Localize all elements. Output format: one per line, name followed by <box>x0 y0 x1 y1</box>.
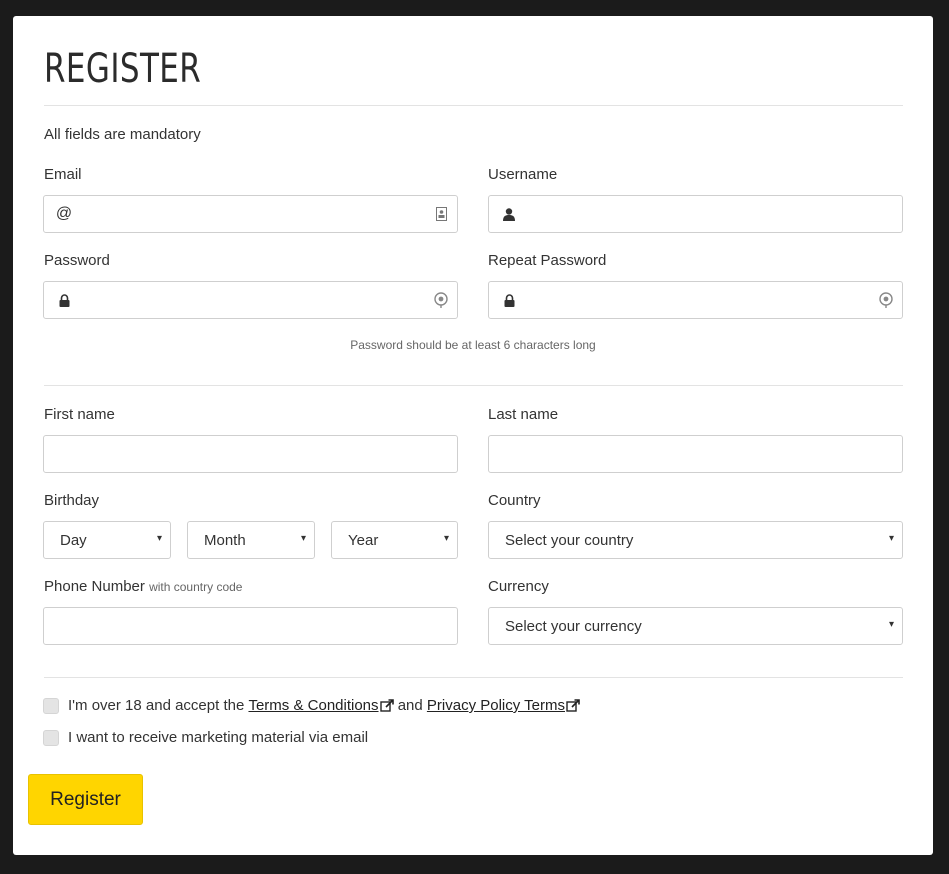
first-name-label: First name <box>44 406 115 423</box>
password-field[interactable] <box>43 281 458 319</box>
at-icon: @ <box>55 205 73 222</box>
terms-prefix: I'm over 18 and accept the <box>68 697 249 714</box>
birthday-month-select[interactable]: Month ▾ <box>187 521 315 559</box>
phone-sublabel: with country code <box>149 580 243 594</box>
external-link-icon[interactable] <box>566 698 580 713</box>
chevron-down-icon: ▾ <box>443 533 449 544</box>
show-password-icon[interactable] <box>434 292 448 308</box>
external-link-icon[interactable] <box>379 698 394 713</box>
country-select[interactable]: Select your country ▾ <box>488 521 903 559</box>
chevron-down-icon: ▾ <box>888 619 894 630</box>
marketing-row: I want to receive marketing material via… <box>43 729 368 746</box>
terms-middle: and <box>393 697 427 714</box>
currency-select[interactable]: Select your currency ▾ <box>488 607 903 645</box>
phone-field[interactable] <box>43 607 458 645</box>
username-label: Username <box>488 166 558 183</box>
email-field[interactable]: @ <box>43 195 458 233</box>
section-divider <box>44 385 903 386</box>
terms-checkbox[interactable] <box>43 697 59 714</box>
currency-value: Select your currency <box>505 618 642 635</box>
lock-icon <box>56 291 72 309</box>
birthday-year-select[interactable]: Year ▾ <box>331 521 458 559</box>
month-value: Month <box>204 532 246 549</box>
password-label: Password <box>44 252 110 269</box>
chevron-down-icon: ▾ <box>300 533 306 544</box>
user-icon <box>501 205 517 223</box>
contact-card-icon <box>434 206 448 222</box>
repeat-password-field[interactable] <box>488 281 903 319</box>
birthday-day-select[interactable]: Day ▾ <box>43 521 171 559</box>
chevron-down-icon: ▾ <box>156 533 162 544</box>
repeat-password-label: Repeat Password <box>488 252 607 269</box>
password-hint: Password should be at least 6 characters… <box>350 338 596 352</box>
terms-link[interactable]: Terms & Conditions <box>248 697 378 714</box>
marketing-checkbox[interactable] <box>43 729 59 746</box>
phone-label-text: Phone Number <box>44 578 145 595</box>
day-value: Day <box>60 532 87 549</box>
last-name-field[interactable] <box>488 435 903 473</box>
currency-label: Currency <box>488 578 549 595</box>
username-field[interactable] <box>488 195 903 233</box>
register-panel: REGISTER All fields are mandatory Email … <box>13 16 933 855</box>
terms-row: I'm over 18 and accept the Terms & Condi… <box>43 697 580 714</box>
phone-label: Phone Number with country code <box>44 578 242 595</box>
country-value: Select your country <box>505 532 634 549</box>
page-title: REGISTER <box>44 46 202 92</box>
email-label: Email <box>44 166 82 183</box>
year-value: Year <box>348 532 379 549</box>
show-password-icon[interactable] <box>879 292 893 308</box>
chevron-down-icon: ▾ <box>888 533 894 544</box>
marketing-label: I want to receive marketing material via… <box>68 729 369 746</box>
last-name-label: Last name <box>488 406 559 423</box>
consent-divider <box>44 677 903 678</box>
country-label: Country <box>488 492 541 509</box>
first-name-field[interactable] <box>43 435 458 473</box>
mandatory-note: All fields are mandatory <box>44 126 201 143</box>
privacy-link[interactable]: Privacy Policy Terms <box>427 697 565 714</box>
lock-icon <box>501 291 517 309</box>
title-divider <box>44 105 903 106</box>
register-button[interactable]: Register <box>28 774 143 825</box>
birthday-label: Birthday <box>44 492 100 509</box>
